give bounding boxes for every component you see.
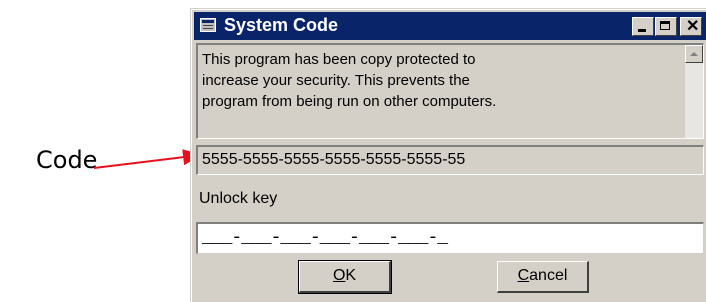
info-message: This program has been copy protected to … xyxy=(202,49,682,112)
info-line: This program has been copy protected to xyxy=(202,51,476,68)
cancel-mnemonic: C xyxy=(517,267,530,284)
system-code-dialog: System Code ✕ This program has been copy… xyxy=(190,8,706,302)
close-icon: ✕ xyxy=(686,18,700,35)
info-textbox[interactable]: This program has been copy protected to … xyxy=(196,43,704,139)
cancel-label-rest: ancel xyxy=(529,267,568,284)
unlock-key-label: Unlock key xyxy=(199,190,278,207)
ok-button[interactable]: OK xyxy=(298,260,392,294)
maximize-button[interactable] xyxy=(655,17,677,36)
cancel-button[interactable]: Cancel xyxy=(497,261,589,293)
vertical-scrollbar[interactable] xyxy=(685,45,703,138)
close-button[interactable]: ✕ xyxy=(680,17,702,36)
system-code-value: 5555-5555-5555-5555-5555-5555-55 xyxy=(202,151,466,168)
title-bar[interactable]: System Code ✕ xyxy=(194,12,706,40)
window-title: System Code xyxy=(224,15,339,35)
ok-mnemonic: O xyxy=(332,267,346,284)
minimize-button[interactable] xyxy=(632,17,654,36)
unlock-key-input[interactable]: ___-___-___-___-___-___-_ xyxy=(196,222,704,254)
unlock-key-mask: ___-___-___-___-___-___-_ xyxy=(202,228,448,248)
window-app-icon[interactable] xyxy=(200,18,216,32)
scroll-up-arrow-icon[interactable] xyxy=(685,45,703,63)
info-line: program from being run on other computer… xyxy=(202,93,497,110)
system-code-field[interactable]: 5555-5555-5555-5555-5555-5555-55 xyxy=(196,145,704,175)
info-line: increase your security. This prevents th… xyxy=(202,72,470,89)
ok-label-rest: K xyxy=(345,267,357,284)
